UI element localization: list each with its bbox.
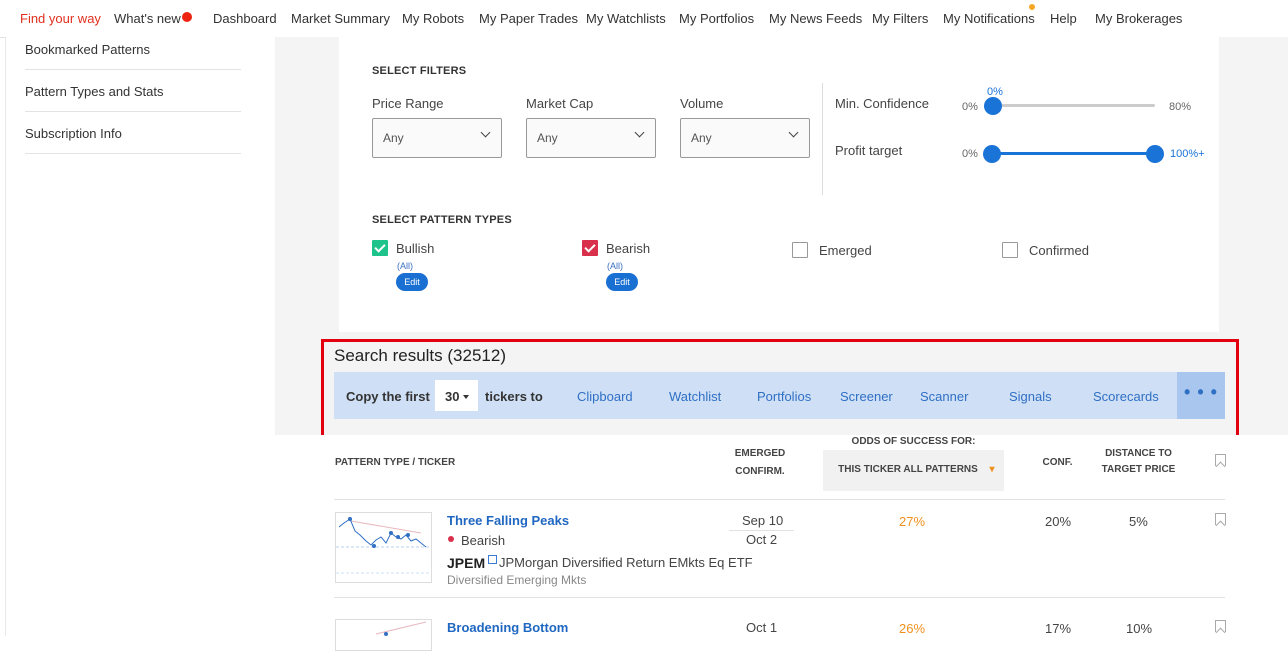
check-icon xyxy=(584,241,596,253)
nav-find-your-way[interactable]: Find your way xyxy=(20,11,101,26)
select-filters-heading: SELECT FILTERS xyxy=(372,65,467,77)
confirmed-date: Oct 2 xyxy=(746,532,778,547)
notification-dot xyxy=(1029,4,1035,10)
col-header-confirm[interactable]: CONFIRM. xyxy=(730,464,790,480)
pattern-type-text: Bearish xyxy=(461,533,506,548)
emerged-checkbox[interactable] xyxy=(792,242,808,258)
filter-panel xyxy=(339,37,1219,332)
chevron-down-icon xyxy=(480,127,491,138)
col-header-distance-1[interactable]: DISTANCE TO xyxy=(1090,446,1187,462)
volume-select[interactable]: Any xyxy=(680,118,810,158)
chevron-down-icon[interactable]: ▾ xyxy=(987,462,997,478)
check-icon xyxy=(374,241,386,253)
bearish-indicator-dot xyxy=(448,536,454,542)
table-row-divider xyxy=(334,597,1225,598)
bearish-checkbox[interactable] xyxy=(582,240,598,256)
nav-help[interactable]: Help xyxy=(1050,11,1077,26)
bookmark-icon[interactable] xyxy=(1215,454,1226,466)
market-cap-select[interactable]: Any xyxy=(526,118,656,158)
new-indicator-dot xyxy=(182,12,192,22)
col-header-emerged[interactable]: EMERGED xyxy=(730,446,790,462)
nav-my-paper-trades[interactable]: My Paper Trades xyxy=(479,11,578,26)
emerged-date: Sep 10 xyxy=(742,513,784,528)
pattern-name-link[interactable]: Broadening Bottom xyxy=(447,620,568,635)
min-confidence-label: Min. Confidence xyxy=(835,96,929,111)
confirmed-checkbox[interactable] xyxy=(1002,242,1018,258)
bookmark-icon[interactable] xyxy=(1215,513,1226,525)
nav-my-news-feeds[interactable]: My News Feeds xyxy=(769,11,862,26)
bullish-label: Bullish xyxy=(396,241,435,256)
bearish-sub: (All) xyxy=(607,261,623,271)
confirmed-label: Confirmed xyxy=(1029,243,1089,258)
market-cap-value: Any xyxy=(537,131,558,145)
min-confidence-min: 0% xyxy=(962,101,978,113)
nav-my-brokerages[interactable]: My Brokerages xyxy=(1095,11,1182,26)
bullish-checkbox[interactable] xyxy=(372,240,388,256)
confidence-value: 17% xyxy=(1045,621,1072,636)
confidence-value: 20% xyxy=(1045,514,1072,529)
top-navigation: Find your way What's new Dashboard Marke… xyxy=(0,0,1288,38)
volume-value: Any xyxy=(691,131,712,145)
nav-my-portfolios[interactable]: My Portfolios xyxy=(679,11,754,26)
date-divider xyxy=(729,530,794,531)
ticker-symbol[interactable]: JPEM xyxy=(447,555,485,571)
min-confidence-track[interactable] xyxy=(993,104,1155,107)
col-header-odds-title: ODDS OF SUCCESS FOR: xyxy=(851,436,976,447)
sidebar-item-subscription-info[interactable]: Subscription Info xyxy=(25,126,241,154)
profit-target-high-handle[interactable] xyxy=(1146,145,1164,163)
chevron-down-icon xyxy=(634,127,645,138)
market-cap-label: Market Cap xyxy=(526,96,594,111)
odds-value: 27% xyxy=(899,514,926,529)
nav-my-robots[interactable]: My Robots xyxy=(402,11,464,26)
min-confidence-slider-handle[interactable] xyxy=(984,97,1002,115)
bookmark-icon[interactable] xyxy=(1215,620,1226,632)
nav-whats-new[interactable]: What's new xyxy=(114,11,181,26)
price-range-value: Any xyxy=(383,131,404,145)
volume-label: Volume xyxy=(680,96,724,111)
price-range-select[interactable]: Any xyxy=(372,118,502,158)
mini-price-chart xyxy=(375,621,427,636)
bullish-sub: (All) xyxy=(397,261,413,271)
sidebar-item-pattern-types-stats[interactable]: Pattern Types and Stats xyxy=(25,84,241,112)
min-confidence-max: 80% xyxy=(1169,101,1192,113)
select-pattern-types-heading: SELECT PATTERN TYPES xyxy=(372,214,512,226)
profit-target-low-handle[interactable] xyxy=(983,145,1001,163)
col-header-odds-sub[interactable]: THIS TICKER ALL PATTERNS xyxy=(823,462,993,478)
chevron-down-icon xyxy=(788,127,799,138)
emerged-date: Oct 1 xyxy=(746,620,778,635)
nav-market-summary[interactable]: Market Summary xyxy=(291,11,390,26)
annotation-highlight-box xyxy=(321,339,1239,441)
mini-price-chart xyxy=(336,517,431,574)
profit-target-min: 0% xyxy=(962,148,978,160)
filter-divider xyxy=(822,83,823,195)
ticker-category: Diversified Emerging Mkts xyxy=(447,573,587,587)
profit-target-track[interactable] xyxy=(992,152,1155,155)
col-header-conf[interactable]: CONF. xyxy=(1030,455,1085,471)
profit-target-max: 100%+ xyxy=(1170,148,1205,160)
external-link-icon[interactable] xyxy=(488,555,497,564)
min-confidence-current: 0% xyxy=(987,86,1003,98)
table-divider xyxy=(334,499,1225,500)
pattern-thumbnail-chart[interactable] xyxy=(335,619,432,651)
bearish-edit-button[interactable]: Edit xyxy=(606,273,638,291)
pattern-thumbnail-chart[interactable] xyxy=(335,512,432,583)
sidebar-item-bookmarked-patterns[interactable]: Bookmarked Patterns xyxy=(25,42,241,70)
bullish-edit-button[interactable]: Edit xyxy=(396,273,428,291)
ticker-name: JPMorgan Diversified Return EMkts Eq ETF xyxy=(499,555,753,570)
nav-my-notifications[interactable]: My Notifications xyxy=(943,11,1035,26)
distance-value: 5% xyxy=(1129,514,1148,529)
col-header-pattern-ticker[interactable]: PATTERN TYPE / TICKER xyxy=(335,455,455,471)
odds-value: 26% xyxy=(899,621,926,636)
emerged-label: Emerged xyxy=(819,243,872,258)
profit-target-label: Profit target xyxy=(835,143,903,158)
col-header-distance-2[interactable]: TARGET PRICE xyxy=(1090,462,1187,478)
sidebar: Bookmarked Patterns Pattern Types and St… xyxy=(5,37,276,636)
price-range-label: Price Range xyxy=(372,96,444,111)
bearish-label: Bearish xyxy=(606,241,651,256)
nav-my-filters[interactable]: My Filters xyxy=(872,11,928,26)
distance-value: 10% xyxy=(1126,621,1153,636)
pattern-name-link[interactable]: Three Falling Peaks xyxy=(447,513,569,528)
nav-dashboard[interactable]: Dashboard xyxy=(213,11,277,26)
nav-my-watchlists[interactable]: My Watchlists xyxy=(586,11,666,26)
